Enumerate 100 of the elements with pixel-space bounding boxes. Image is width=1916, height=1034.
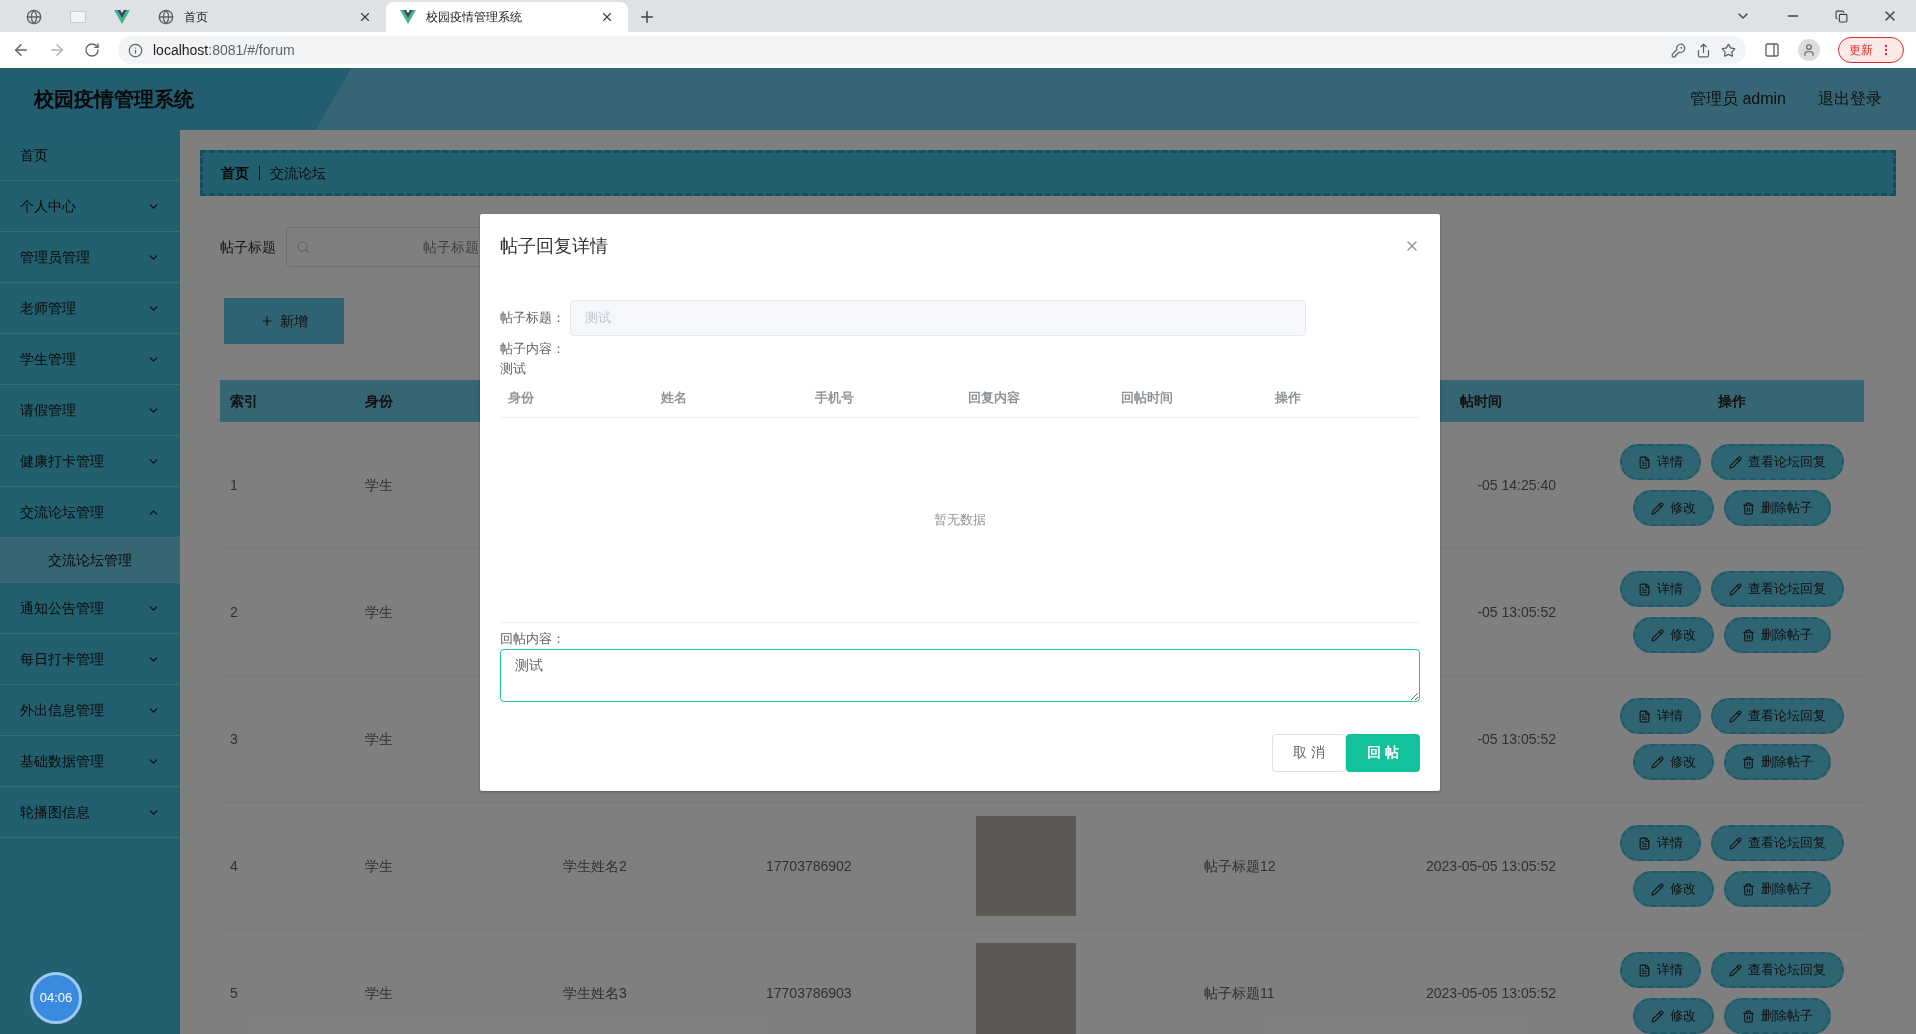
new-tab-icon[interactable] xyxy=(638,8,656,26)
action-button[interactable]: 修改 xyxy=(1633,998,1714,1034)
column-header: 身份 xyxy=(508,389,534,405)
side-panel-icon[interactable] xyxy=(1764,42,1780,58)
app-title: 校园疫情管理系统 xyxy=(34,87,194,112)
trash-icon xyxy=(1742,628,1755,642)
pencil-icon xyxy=(1729,963,1742,977)
v-logo-icon xyxy=(400,10,416,24)
sidebar-item[interactable]: 管理员管理 xyxy=(0,232,180,283)
table-cell: 2023-05-05 13:05:52 xyxy=(1426,857,1556,874)
column-header: 身份 xyxy=(365,392,393,409)
pencil-icon xyxy=(1651,1009,1664,1023)
table-cell: -05 13:05:52 xyxy=(1477,730,1556,747)
table-cell: 学生姓名2 xyxy=(563,857,627,874)
plus-icon xyxy=(260,314,274,328)
document-icon xyxy=(1638,963,1651,977)
update-button[interactable]: 更新 xyxy=(1838,37,1904,63)
sidebar-item[interactable]: 每日打卡管理 xyxy=(0,634,180,685)
table-cell: 17703786902 xyxy=(766,857,852,874)
trash-icon xyxy=(1742,882,1755,896)
reload-icon[interactable] xyxy=(84,42,100,58)
table-cell: 2023-05-05 13:05:52 xyxy=(1426,984,1556,1001)
table-cell: 学生 xyxy=(365,857,393,874)
browser-tab[interactable]: 校园疫情管理系统 xyxy=(386,2,628,32)
globe-icon xyxy=(158,9,174,25)
field-label: 回帖内容： xyxy=(500,630,565,648)
action-button[interactable]: 删除帖子 xyxy=(1724,744,1831,780)
table-cell: 学生 xyxy=(365,603,393,620)
globe-icon xyxy=(26,9,42,25)
table-cell: 3 xyxy=(230,730,238,747)
document-icon xyxy=(1638,455,1651,469)
profile-icon[interactable] xyxy=(1798,39,1820,61)
submit-button[interactable]: 回 帖 xyxy=(1346,733,1420,772)
action-button[interactable]: 删除帖子 xyxy=(1724,998,1831,1034)
sidebar-item[interactable]: 通知公告管理 xyxy=(0,583,180,634)
page-icon xyxy=(70,11,86,23)
empty-text: 暂无数据 xyxy=(934,511,986,530)
sidebar-subitem[interactable]: 交流论坛管理 xyxy=(0,538,180,583)
sidebar-item[interactable]: 外出信息管理 xyxy=(0,685,180,736)
action-button[interactable]: 修改 xyxy=(1633,744,1714,780)
action-button[interactable]: 详情 xyxy=(1620,952,1701,988)
action-button[interactable]: 修改 xyxy=(1633,871,1714,907)
sidebar-item[interactable]: 个人中心 xyxy=(0,181,180,232)
action-button[interactable]: 详情 xyxy=(1620,571,1701,607)
key-icon[interactable] xyxy=(1671,42,1686,58)
action-button[interactable]: 修改 xyxy=(1633,490,1714,526)
column-header: 操作 xyxy=(1718,392,1746,409)
table-cell: 5 xyxy=(230,984,238,1001)
sidebar-item[interactable]: 首页 xyxy=(0,130,180,181)
action-button[interactable]: 查看论坛回复 xyxy=(1711,825,1844,861)
sidebar-item[interactable]: 请假管理 xyxy=(0,385,180,436)
table-cell: 学生 xyxy=(365,476,393,493)
pencil-icon xyxy=(1729,582,1742,596)
sidebar-item[interactable]: 健康打卡管理 xyxy=(0,436,180,487)
breadcrumb-link[interactable]: 首页 xyxy=(221,162,249,184)
close-icon[interactable] xyxy=(358,10,372,24)
column-header: 帖时间 xyxy=(1460,392,1502,409)
trash-icon xyxy=(1742,1009,1755,1023)
document-icon xyxy=(1638,582,1651,596)
back-icon[interactable] xyxy=(12,41,30,59)
table-cell: -05 14:25:40 xyxy=(1477,476,1556,493)
action-button[interactable]: 详情 xyxy=(1620,698,1701,734)
action-button[interactable]: 查看论坛回复 xyxy=(1711,952,1844,988)
pencil-icon xyxy=(1651,755,1664,769)
action-button[interactable]: 删除帖子 xyxy=(1724,617,1831,653)
restore-icon[interactable] xyxy=(1835,9,1848,23)
cancel-button[interactable]: 取 消 xyxy=(1272,733,1346,772)
column-header: 索引 xyxy=(230,392,258,409)
action-button[interactable]: 详情 xyxy=(1620,444,1701,480)
sidebar-item[interactable]: 老师管理 xyxy=(0,283,180,334)
reply-input[interactable]: 测试 xyxy=(500,648,1420,702)
table-cell: 学生 xyxy=(365,984,393,1001)
breadcrumb-link[interactable]: 交流论坛 xyxy=(270,162,326,184)
browser-tab[interactable]: 首页 xyxy=(144,2,386,32)
action-button[interactable]: 查看论坛回复 xyxy=(1711,571,1844,607)
table-cell: 帖子标题12 xyxy=(1204,857,1276,874)
info-icon xyxy=(128,42,143,58)
action-button[interactable]: 删除帖子 xyxy=(1724,871,1831,907)
sidebar-item[interactable]: 学生管理 xyxy=(0,334,180,385)
table-cell: 17703786903 xyxy=(766,984,852,1001)
action-button[interactable]: 删除帖子 xyxy=(1724,490,1831,526)
sidebar-item[interactable]: 轮播图信息 xyxy=(0,787,180,838)
trash-icon xyxy=(1742,755,1755,769)
pencil-icon xyxy=(1651,882,1664,896)
address-field[interactable]: localhost:8081/#/forum xyxy=(118,36,1746,64)
sidebar-item[interactable]: 基础数据管理 xyxy=(0,736,180,787)
url-text: localhost:8081/#/forum xyxy=(153,40,295,60)
table-cell: 4 xyxy=(230,857,238,874)
close-icon[interactable] xyxy=(600,10,614,24)
action-button[interactable]: 修改 xyxy=(1633,617,1714,653)
share-icon[interactable] xyxy=(1696,42,1711,58)
action-button[interactable]: 查看论坛回复 xyxy=(1711,698,1844,734)
column-header: 回帖时间 xyxy=(1121,389,1174,405)
tab-title: 首页 xyxy=(184,9,209,26)
column-header: 手机号 xyxy=(814,389,854,405)
pencil-icon xyxy=(1729,836,1742,850)
logout-link[interactable]: 退出登录 xyxy=(1818,87,1882,111)
action-button[interactable]: 详情 xyxy=(1620,825,1701,861)
star-icon[interactable] xyxy=(1721,42,1736,58)
action-button[interactable]: 查看论坛回复 xyxy=(1711,444,1844,480)
